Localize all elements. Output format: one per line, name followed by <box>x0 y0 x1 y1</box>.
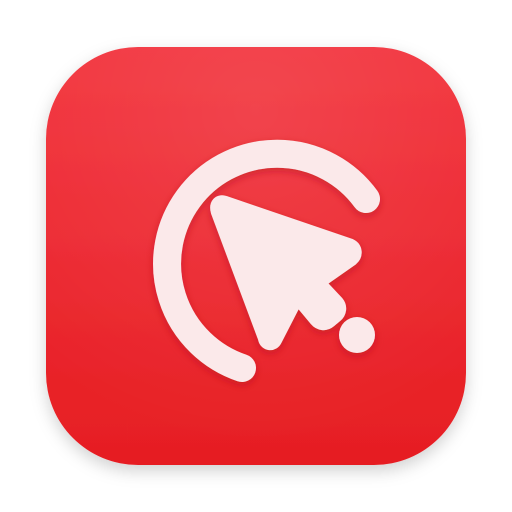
app-icon[interactable] <box>0 0 512 512</box>
click-dot-icon <box>339 317 375 353</box>
icon-canvas <box>0 0 512 512</box>
